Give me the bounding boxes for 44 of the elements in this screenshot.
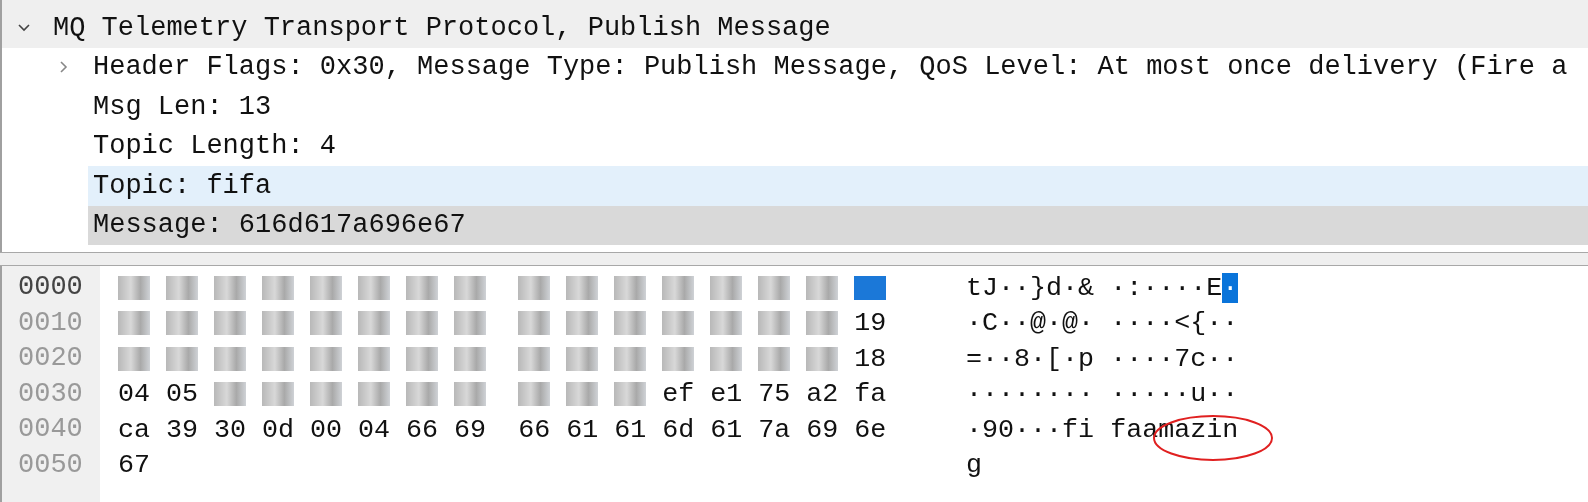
tree-item[interactable]: Msg Len: 13 — [88, 87, 1588, 127]
offset-label: 0040 — [18, 413, 84, 446]
hex-byte[interactable]: 6d — [662, 414, 695, 445]
offset-label: 0010 — [18, 306, 84, 340]
hex-byte[interactable]: 69 — [454, 414, 487, 445]
hex-byte[interactable]: ef — [662, 379, 695, 410]
hex-byte[interactable]: 6e — [854, 414, 887, 445]
tree-item[interactable]: Topic Length: 4 — [88, 126, 1588, 166]
hex-byte[interactable]: 05 — [166, 379, 199, 410]
ascii-text[interactable]: ········ ·····u·· — [966, 379, 1239, 410]
hex-byte[interactable]: 04 — [118, 379, 150, 410]
hex-byte[interactable]: fa — [854, 379, 887, 410]
hex-byte[interactable]: 04 — [358, 414, 391, 445]
hex-byte[interactable]: 7a — [758, 414, 791, 445]
ascii-text[interactable]: tJ··}d·& ·:····E — [966, 272, 1223, 303]
hex-byte[interactable]: 18 — [854, 343, 887, 374]
hex-byte[interactable]: 30 — [214, 414, 247, 445]
hex-byte[interactable]: ca — [118, 414, 150, 445]
hex-byte[interactable]: 75 — [758, 379, 791, 410]
tree-item[interactable]: Message: 616d617a696e67 — [88, 205, 1588, 245]
hex-byte[interactable]: 00 — [310, 414, 343, 445]
offset-label: 0050 — [18, 448, 84, 482]
offset-label: 0020 — [18, 342, 84, 375]
hex-byte[interactable]: 19 — [854, 308, 887, 339]
hex-byte[interactable]: 61 — [710, 414, 743, 445]
ascii-text[interactable]: · — [1222, 272, 1239, 303]
tree-item[interactable]: Topic: fifa — [88, 166, 1588, 206]
hex-byte[interactable]: 39 — [166, 414, 199, 445]
hex-byte[interactable]: 66 — [406, 414, 439, 445]
tree-item[interactable]: Header Flags: 0x30, Message Type: Publish Message, QoS Level: At most once delivery (Fire a — [88, 47, 1588, 87]
offset-label: 0000 — [18, 271, 84, 304]
pane-splitter[interactable] — [0, 252, 1588, 266]
hex-byte[interactable]: 69 — [806, 414, 839, 445]
hex-byte[interactable]: e1 — [710, 379, 743, 410]
hex-byte[interactable]: a2 — [806, 379, 839, 410]
ascii-text[interactable]: ·C··@·@· ····<{·· — [966, 308, 1239, 339]
hex-byte[interactable]: 61 — [566, 414, 599, 445]
ascii-text[interactable]: =··8·[·p ····7c·· — [966, 343, 1239, 374]
ascii-text[interactable]: g — [966, 450, 982, 481]
hex-byte[interactable]: 66 — [518, 414, 551, 445]
hex-byte[interactable]: 67 — [118, 450, 150, 481]
hex-byte[interactable]: 0d — [262, 414, 295, 445]
offset-label: 0030 — [18, 377, 84, 411]
hex-byte[interactable]: 61 — [614, 414, 647, 445]
